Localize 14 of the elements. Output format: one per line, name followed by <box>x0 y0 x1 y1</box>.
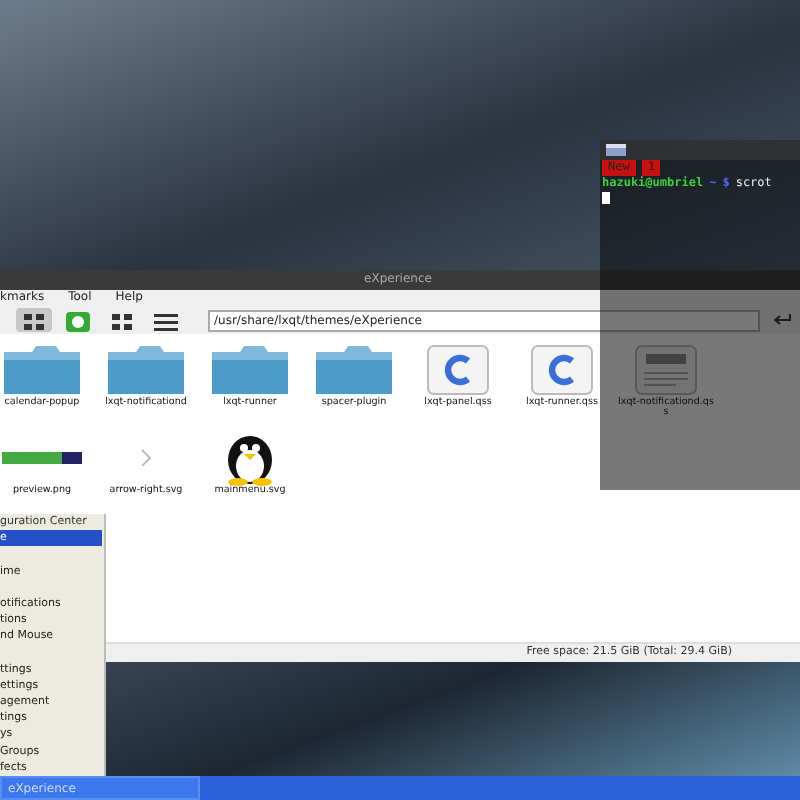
icon-view-button[interactable] <box>16 308 52 332</box>
folder-icon <box>2 344 82 396</box>
list-view-button[interactable] <box>148 308 184 332</box>
arrow-right-icon <box>138 448 154 468</box>
image-thumbnail-icon <box>2 450 82 466</box>
window-icon <box>606 144 626 156</box>
css-file-icon <box>426 344 490 396</box>
folder-icon <box>210 344 290 396</box>
folder-icon <box>314 344 394 396</box>
go-button[interactable] <box>768 312 796 328</box>
folder-icon <box>106 344 186 396</box>
css-file-icon <box>530 344 594 396</box>
text-cursor <box>602 192 610 204</box>
text-file-icon <box>634 344 698 396</box>
